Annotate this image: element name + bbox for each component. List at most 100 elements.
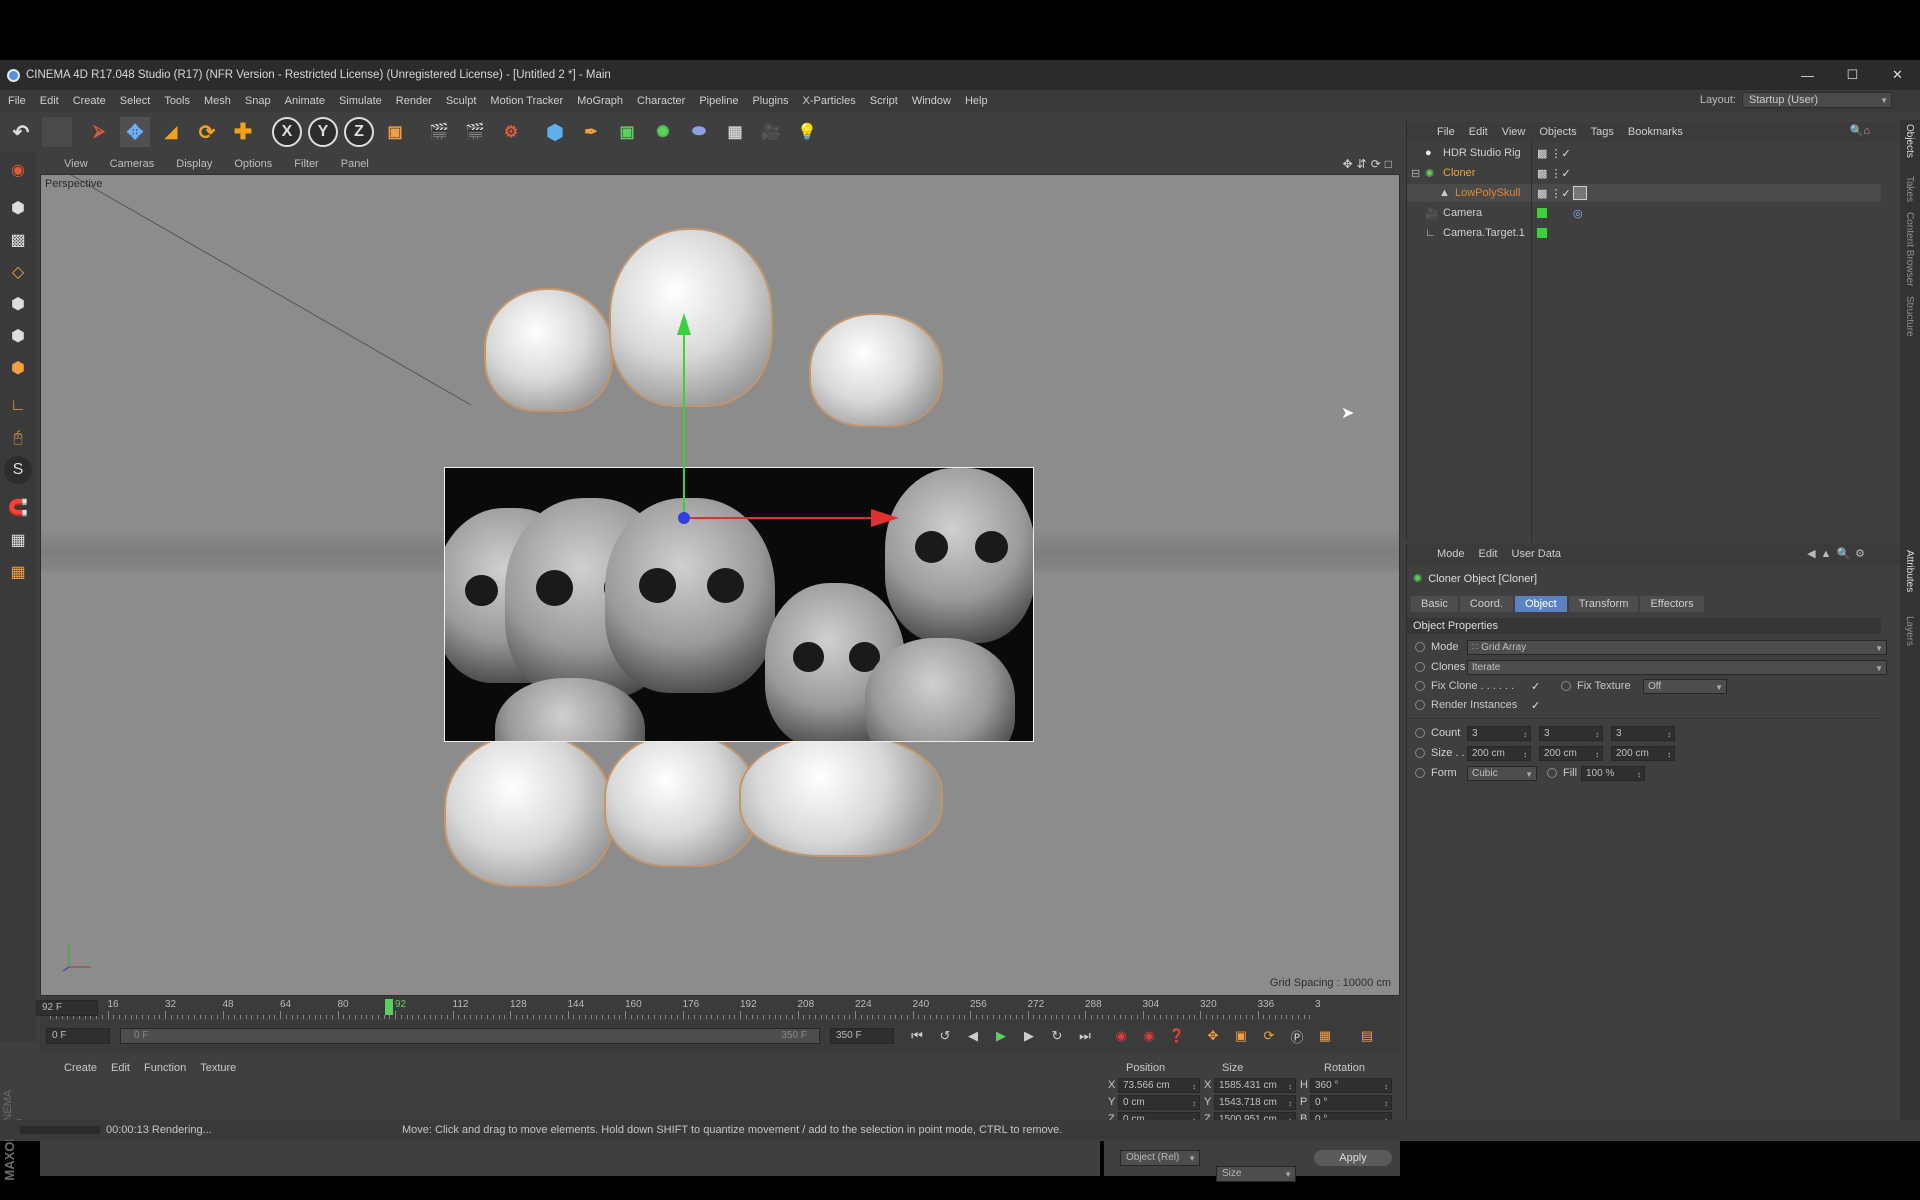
animate-form-radio[interactable] bbox=[1415, 768, 1425, 778]
stepper-icon[interactable]: ↕ bbox=[1384, 1080, 1388, 1093]
animate-fill-radio[interactable] bbox=[1547, 768, 1557, 778]
subdivision-icon[interactable]: ▣ bbox=[612, 117, 642, 147]
stepper-icon[interactable]: ↕ bbox=[1192, 1080, 1196, 1093]
undo-icon[interactable]: ↶ bbox=[6, 117, 36, 147]
stepper-icon[interactable]: ↕ bbox=[1595, 748, 1599, 761]
animate-count-radio[interactable] bbox=[1415, 728, 1425, 738]
attribute-nav-icons[interactable]: ◀▲🔍⚙ bbox=[1807, 547, 1870, 560]
menu-sculpt[interactable]: Sculpt bbox=[446, 95, 477, 107]
cloner-icon[interactable]: ✺ bbox=[648, 117, 678, 147]
y-axis-icon[interactable]: Y bbox=[308, 117, 338, 147]
object-row-camera[interactable]: 🎥 Camera ◎ bbox=[1407, 204, 1881, 222]
tab-effectors[interactable]: Effectors bbox=[1640, 596, 1704, 612]
render-instances-checkbox[interactable]: ✓ bbox=[1531, 699, 1540, 712]
viewport-nav-icons[interactable]: ✥⇵⟳□ bbox=[1343, 157, 1396, 171]
stepper-icon[interactable]: ↕ bbox=[1288, 1097, 1292, 1110]
key-scale-icon[interactable]: ▣ bbox=[1230, 1025, 1252, 1047]
pen-spline-icon[interactable]: ✒ bbox=[576, 117, 606, 147]
object-row-camera-target[interactable]: ∟ Camera.Target.1 bbox=[1407, 224, 1881, 242]
stepper-icon[interactable]: ↕ bbox=[1667, 748, 1671, 761]
stepper-icon[interactable]: ↕ bbox=[1288, 1080, 1292, 1093]
deformer-icon[interactable]: ⬬ bbox=[684, 117, 714, 147]
size-field[interactable]: 1543.718 cm ↕ bbox=[1214, 1095, 1296, 1110]
previous-key-icon[interactable]: ↺ bbox=[934, 1025, 956, 1047]
animate-render-instances-radio[interactable] bbox=[1415, 700, 1425, 710]
viewport-menu-filter[interactable]: Filter bbox=[294, 158, 318, 170]
rotation-field[interactable]: 360 ° ↕ bbox=[1310, 1078, 1392, 1093]
objects-menu-bookmarks[interactable]: Bookmarks bbox=[1628, 126, 1683, 138]
layer-color[interactable] bbox=[1537, 228, 1547, 238]
coordinate-system-icon[interactable]: ▣ bbox=[380, 117, 410, 147]
count-z-field[interactable]: 3 ↕ bbox=[1611, 725, 1675, 741]
objects-menu-edit[interactable]: Edit bbox=[1469, 126, 1488, 138]
menu-x-particles[interactable]: X-Particles bbox=[803, 95, 856, 107]
menu-mograph[interactable]: MoGraph bbox=[577, 95, 623, 107]
edges-mode-icon[interactable]: ⬢ bbox=[4, 322, 32, 350]
key-parameter-icon[interactable]: Ⓟ bbox=[1286, 1025, 1308, 1047]
animate-fix-texture-radio[interactable] bbox=[1561, 681, 1571, 691]
mode-select[interactable]: ∷ Grid Array ▼ bbox=[1467, 639, 1887, 655]
edit-render-settings-icon[interactable]: ⚙ bbox=[496, 117, 526, 147]
layer-color[interactable] bbox=[1537, 208, 1547, 218]
move-gizmo[interactable] bbox=[41, 175, 1400, 996]
material-tag-icon[interactable] bbox=[1573, 186, 1587, 200]
apply-button[interactable]: Apply bbox=[1314, 1150, 1392, 1166]
menu-plugins[interactable]: Plugins bbox=[752, 95, 788, 107]
stepper-icon[interactable]: ↕ bbox=[1192, 1097, 1196, 1110]
menu-window[interactable]: Window bbox=[912, 95, 951, 107]
position-field[interactable]: 0 cm ↕ bbox=[1118, 1095, 1200, 1110]
viewport-menu-panel[interactable]: Panel bbox=[341, 158, 369, 170]
tab-transform[interactable]: Transform bbox=[1568, 596, 1639, 612]
rotate-icon[interactable]: ⟳ bbox=[192, 117, 222, 147]
maximize-button[interactable]: ☐ bbox=[1830, 60, 1875, 90]
objects-menu-tags[interactable]: Tags bbox=[1591, 126, 1614, 138]
side-tab-content-browser[interactable]: Content Browser bbox=[1904, 212, 1915, 286]
menu-character[interactable]: Character bbox=[637, 95, 685, 107]
go-to-start-icon[interactable]: ⏮ bbox=[906, 1025, 928, 1047]
material-menu-create[interactable]: Create bbox=[64, 1062, 97, 1074]
viewport-menu-options[interactable]: Options bbox=[234, 158, 272, 170]
record-active-objects-icon[interactable]: ◉ bbox=[1110, 1025, 1132, 1047]
material-menu-texture[interactable]: Texture bbox=[200, 1062, 236, 1074]
count-y-field[interactable]: 3 ↕ bbox=[1539, 725, 1603, 741]
objects-search-icon[interactable]: 🔍⌂ bbox=[1850, 124, 1870, 137]
stepper-icon[interactable]: ↕ bbox=[1637, 768, 1641, 781]
menu-help[interactable]: Help bbox=[965, 95, 988, 107]
coordinate-mode-select[interactable]: Object (Rel) ▼ bbox=[1120, 1150, 1200, 1166]
menu-snap[interactable]: Snap bbox=[245, 95, 271, 107]
material-menu-edit[interactable]: Edit bbox=[111, 1062, 130, 1074]
fix-clone-checkbox[interactable]: ✓ bbox=[1531, 680, 1561, 693]
menu-render[interactable]: Render bbox=[396, 95, 432, 107]
visibility-toggle[interactable]: ▩ ⋮✓ bbox=[1537, 167, 1571, 180]
key-position-icon[interactable]: ✥ bbox=[1202, 1025, 1224, 1047]
menu-create[interactable]: Create bbox=[73, 95, 106, 107]
size-field[interactable]: 1585.431 cm ↕ bbox=[1214, 1078, 1296, 1093]
snapping-icon[interactable]: 🧲 bbox=[4, 494, 32, 522]
next-frame-icon[interactable]: ▶ bbox=[1018, 1025, 1040, 1047]
rotation-field[interactable]: 0 ° ↕ bbox=[1310, 1095, 1392, 1110]
animate-mode-radio[interactable] bbox=[1415, 642, 1425, 652]
perspective-viewport[interactable]: Perspective Grid Spacing: 10000 cm ➤ bbox=[40, 174, 1400, 996]
timeline-ruler[interactable]: 0163248648092112128144160176192208224240… bbox=[36, 997, 1400, 1019]
side-tab-attributes[interactable]: Attributes bbox=[1904, 550, 1915, 592]
stepper-icon[interactable]: ↕ bbox=[1523, 728, 1527, 741]
stepper-icon[interactable]: ↕ bbox=[1523, 748, 1527, 761]
fix-texture-select[interactable]: Off ▼ bbox=[1643, 678, 1727, 694]
polygons-mode-icon[interactable]: ⬢ bbox=[4, 354, 32, 382]
menu-file[interactable]: File bbox=[8, 95, 26, 107]
stepper-icon[interactable]: ↕ bbox=[1384, 1097, 1388, 1110]
object-row-lowpolyskull[interactable]: ▲ LowPolySkull ▩ ⋮✓ bbox=[1407, 184, 1881, 202]
tab-coord[interactable]: Coord. bbox=[1459, 596, 1513, 612]
menu-pipeline[interactable]: Pipeline bbox=[699, 95, 738, 107]
camera-icon[interactable]: 🎥 bbox=[756, 117, 786, 147]
x-axis-icon[interactable]: X bbox=[272, 117, 302, 147]
add-icon[interactable]: ✚ bbox=[228, 117, 258, 147]
menu-mesh[interactable]: Mesh bbox=[204, 95, 231, 107]
tweak-mode-icon[interactable]: 🖰 bbox=[4, 424, 32, 452]
move-icon[interactable]: ✥ bbox=[120, 117, 150, 147]
menu-select[interactable]: Select bbox=[120, 95, 151, 107]
animate-size-radio[interactable] bbox=[1415, 748, 1425, 758]
visibility-toggle[interactable]: ▩ ⋮✓ bbox=[1537, 147, 1571, 160]
side-tab-takes[interactable]: Takes bbox=[1904, 176, 1915, 202]
current-frame-field[interactable]: 92 F bbox=[36, 1000, 98, 1016]
